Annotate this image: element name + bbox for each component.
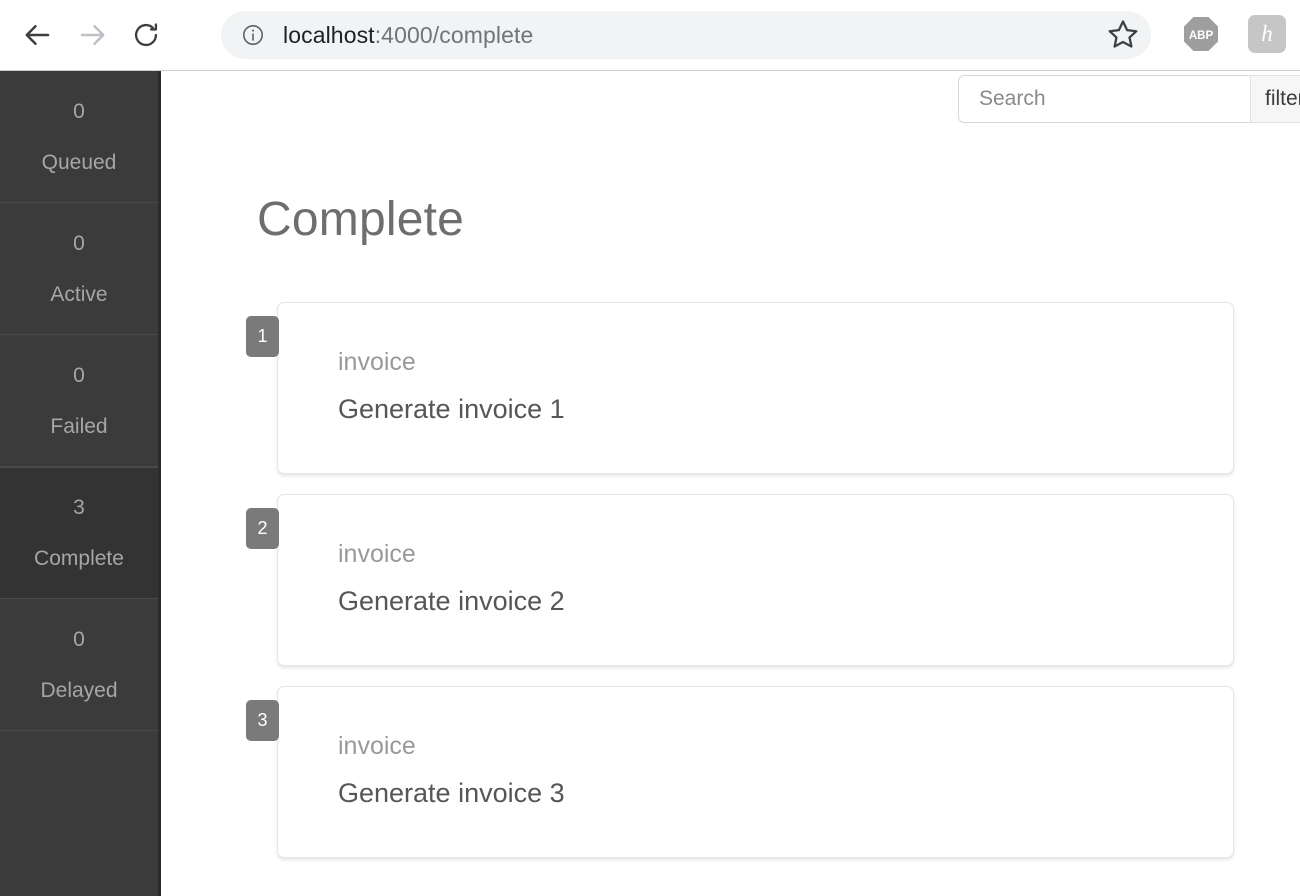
main-content: filter Complete 1 invoice Generate invoi…	[164, 71, 1300, 896]
sidebar-count-queued: 0	[73, 99, 85, 123]
sidebar-count-complete: 3	[73, 496, 85, 519]
job-card[interactable]: invoice Generate invoice 1	[277, 302, 1234, 474]
sidebar-item-complete[interactable]: 3 Complete	[0, 467, 158, 599]
sidebar-label-complete: Complete	[34, 547, 124, 570]
job-name: Generate invoice 3	[338, 778, 565, 808]
arrow-right-icon	[80, 25, 105, 45]
extension-adblock-plus-button[interactable]: ABP	[1182, 15, 1220, 53]
sidebar-item-delayed[interactable]: 0 Delayed	[0, 599, 158, 731]
sidebar-count-delayed: 0	[73, 627, 85, 651]
list-item[interactable]: 1 invoice Generate invoice 1	[246, 302, 1287, 474]
job-name: Generate invoice 1	[338, 394, 565, 424]
sidebar-count-active: 0	[73, 231, 85, 255]
job-index-badge: 3	[246, 700, 279, 741]
url-path: :4000/complete	[374, 21, 534, 48]
job-type: invoice	[338, 732, 416, 760]
sidebar-label-queued: Queued	[41, 150, 117, 174]
bookmark-star-button[interactable]	[1100, 11, 1146, 57]
url-text: localhost:4000/complete	[283, 22, 533, 49]
sidebar-count-failed: 0	[73, 363, 85, 387]
job-index-badge: 1	[246, 316, 279, 357]
reload-button[interactable]	[122, 11, 170, 59]
job-card[interactable]: invoice Generate invoice 2	[277, 494, 1234, 666]
sidebar-label-delayed: Delayed	[40, 678, 118, 702]
forward-button[interactable]	[68, 11, 116, 59]
url-host: localhost	[283, 21, 375, 48]
back-button[interactable]	[14, 11, 62, 59]
extension-honey-button[interactable]: h	[1248, 15, 1286, 53]
list-item[interactable]: 3 invoice Generate invoice 3	[246, 686, 1287, 858]
page-body: 0 Queued 0 Active 0 Failed 3 Complete 0 …	[0, 71, 1300, 896]
job-type: invoice	[338, 348, 416, 376]
sidebar-label-failed: Failed	[50, 414, 108, 438]
list-item[interactable]: 2 invoice Generate invoice 2	[246, 494, 1287, 666]
job-index-badge: 2	[246, 508, 279, 549]
adblock-plus-icon: ABP	[1184, 17, 1218, 51]
search-input[interactable]	[958, 75, 1250, 123]
content-toolbar: filter	[164, 71, 1300, 127]
filter-button[interactable]: filter	[1250, 75, 1300, 123]
job-card[interactable]: invoice Generate invoice 3	[277, 686, 1234, 858]
svg-text:ABP: ABP	[1189, 30, 1214, 42]
browser-toolbar: localhost:4000/complete ABP h	[0, 0, 1300, 71]
info-circle-icon[interactable]	[241, 23, 265, 47]
job-type: invoice	[338, 540, 416, 568]
reload-icon	[134, 23, 158, 47]
job-name: Generate invoice 2	[338, 586, 565, 616]
sidebar: 0 Queued 0 Active 0 Failed 3 Complete 0 …	[0, 71, 161, 896]
bookmark-star-icon	[1108, 20, 1138, 48]
arrow-left-icon	[25, 25, 50, 45]
address-bar[interactable]: localhost:4000/complete	[221, 11, 1151, 59]
sidebar-item-queued[interactable]: 0 Queued	[0, 71, 158, 203]
sidebar-item-failed[interactable]: 0 Failed	[0, 335, 158, 467]
page-title: Complete	[257, 193, 465, 246]
sidebar-label-active: Active	[50, 282, 108, 306]
filter-label: filter	[1265, 87, 1300, 110]
sidebar-item-active[interactable]: 0 Active	[0, 203, 158, 335]
honey-icon: h	[1261, 21, 1273, 46]
job-list: 1 invoice Generate invoice 1 2 invoice G…	[246, 302, 1287, 878]
